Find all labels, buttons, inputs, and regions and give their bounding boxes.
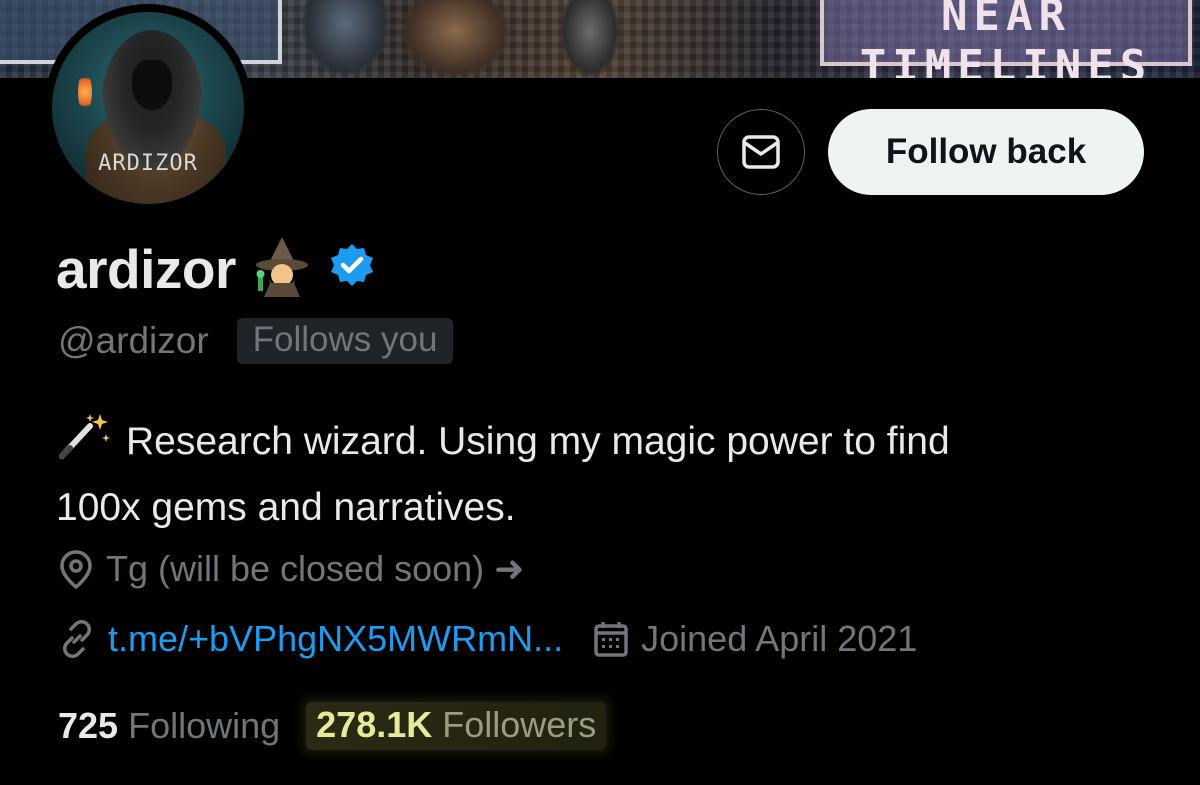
bio-line-1: Research wizard. Using my magic power to… (126, 420, 950, 463)
following-count: 725 (58, 705, 119, 746)
location-item: Tg (will be closed soon) ➜ (58, 548, 524, 590)
bio-line-2: 100x gems and narratives. (56, 486, 516, 529)
location-pin-icon (60, 550, 92, 589)
avatar-label: ARDIZOR (98, 151, 198, 176)
followers-count: 278.1K (316, 704, 433, 745)
banner-figure (560, 0, 620, 78)
magic-wand-icon (56, 412, 112, 478)
verified-badge-icon[interactable] (328, 242, 376, 295)
avatar-staff-glow (78, 72, 92, 112)
calendar-icon (594, 622, 628, 657)
message-button[interactable] (717, 109, 805, 195)
display-name-row: ardizor (56, 235, 376, 302)
follows-you-badge: Follows you (236, 318, 454, 364)
wizard-emoji-icon (254, 235, 310, 302)
banner-figure (400, 0, 510, 78)
follow-back-button[interactable]: Follow back (828, 109, 1144, 195)
following-stat[interactable]: 725 Following (58, 705, 280, 747)
joined-date: Joined April 2021 (641, 618, 918, 659)
link-icon (63, 620, 91, 658)
banner-figure (300, 0, 390, 78)
profile-bio: Research wizard. Using my magic power to… (56, 412, 1136, 538)
following-label: Following (128, 705, 281, 746)
website-item[interactable]: t.me/+bVPhgNX5MWRmN... (58, 618, 563, 660)
location-row: Tg (will be closed soon) ➜ (58, 548, 524, 590)
link-joined-row: t.me/+bVPhgNX5MWRmN... Joined April 2021 (58, 618, 917, 660)
handle-row: @ardizor Follows you (58, 318, 454, 364)
followers-stat[interactable]: 278.1K Followers (306, 702, 607, 750)
avatar-face (132, 60, 172, 110)
location-text: Tg (will be closed soon) ➜ (106, 548, 525, 589)
avatar[interactable]: ARDIZOR (44, 4, 252, 212)
avatar-image: ARDIZOR (52, 12, 244, 204)
followers-label: Followers (442, 704, 597, 745)
mail-icon (742, 135, 780, 169)
banner-sign: NEAR TIMELINES (820, 0, 1192, 78)
user-handle: @ardizor (58, 320, 209, 361)
banner-sign-text: NEAR TIMELINES (859, 0, 1153, 78)
joined-item: Joined April 2021 (593, 618, 917, 660)
display-name: ardizor (56, 237, 236, 300)
follow-stats: 725 Following 278.1K Followers (58, 702, 607, 750)
profile-page: NEAR TIMELINES ARDIZOR Follow back ardiz… (0, 0, 1200, 785)
website-link[interactable]: t.me/+bVPhgNX5MWRmN... (108, 618, 563, 660)
